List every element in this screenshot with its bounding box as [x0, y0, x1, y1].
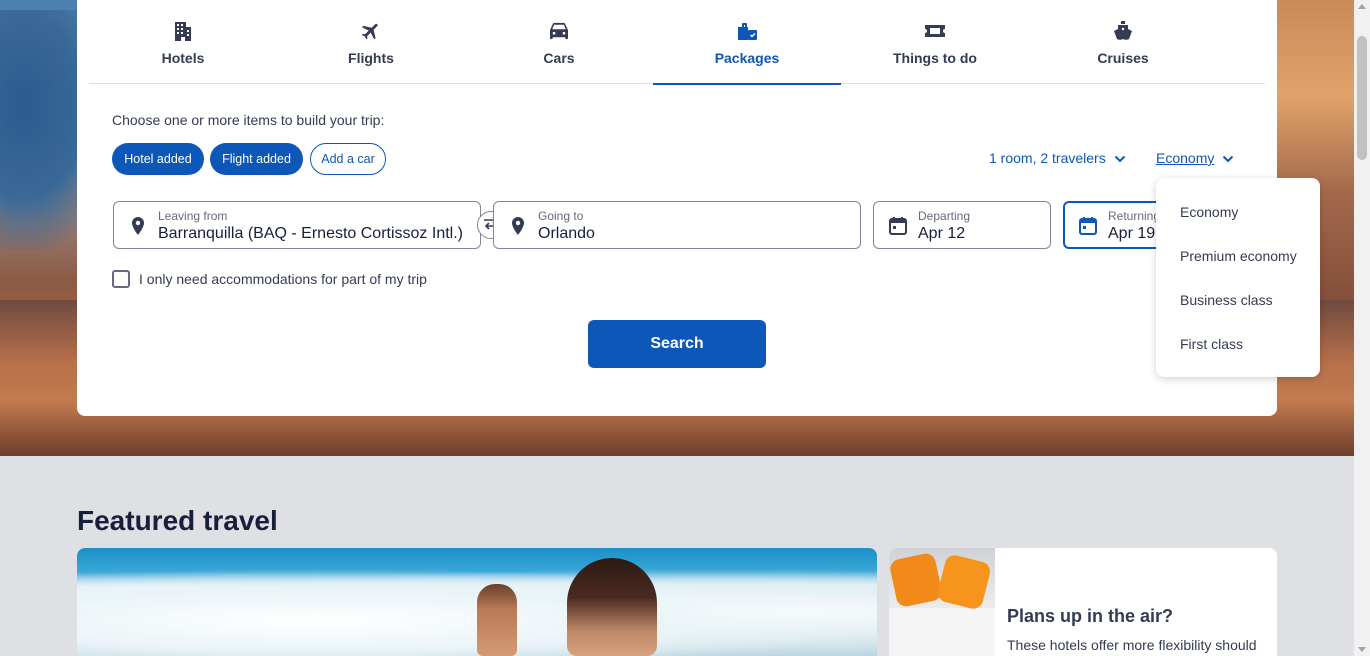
tab-packages[interactable]: Packages — [653, 0, 841, 85]
featured-beach-image[interactable] — [77, 548, 877, 656]
cabin-class-label: Economy — [1156, 150, 1215, 166]
tab-label: Cars — [543, 50, 575, 66]
returning-label: Returning — [1108, 209, 1161, 223]
child-figure — [477, 584, 517, 656]
cabin-class-dropdown: Economy Premium economy Business class F… — [1156, 178, 1320, 377]
calendar-icon — [888, 216, 908, 236]
leaving-from-field[interactable]: Leaving from Barranquilla (BAQ - Ernesto… — [113, 201, 481, 249]
cabin-option-business-class[interactable]: Business class — [1180, 292, 1273, 308]
tab-hotels[interactable]: Hotels — [89, 0, 277, 84]
flexible-hotels-card[interactable]: Plans up in the air? These hotels offer … — [889, 548, 1277, 656]
travelers-selector[interactable]: 1 room, 2 travelers — [989, 150, 1126, 166]
leaving-from-value: Barranquilla (BAQ - Ernesto Cortissoz In… — [158, 225, 463, 242]
partial-stay-option[interactable]: I only need accommodations for part of m… — [112, 270, 427, 288]
orange-pillow — [889, 551, 944, 609]
partial-stay-label: I only need accommodations for part of m… — [139, 271, 427, 287]
scrollbar-thumb[interactable] — [1357, 36, 1367, 160]
tab-things-to-do[interactable]: Things to do — [841, 0, 1029, 84]
location-pin-icon — [128, 216, 148, 236]
chevron-down-icon — [1114, 150, 1126, 166]
tab-flights[interactable]: Flights — [277, 0, 465, 84]
hotel-bed-image — [889, 548, 995, 656]
featured-travel-heading: Featured travel — [77, 505, 278, 536]
tab-label: Hotels — [161, 50, 205, 66]
tab-label: Packages — [714, 50, 780, 66]
travelers-label: 1 room, 2 travelers — [989, 150, 1106, 166]
departing-label: Departing — [918, 209, 971, 223]
tab-cruises[interactable]: Cruises — [1029, 0, 1217, 84]
scroll-down-arrow-icon[interactable] — [1358, 647, 1366, 652]
bed — [889, 608, 995, 656]
leaving-from-label: Leaving from — [158, 209, 228, 223]
ticket-icon — [924, 20, 946, 42]
scroll-up-arrow-icon[interactable] — [1358, 4, 1366, 9]
tab-label: Things to do — [893, 50, 977, 66]
departing-value: Apr 12 — [918, 225, 966, 242]
hotel-icon — [172, 20, 194, 42]
tab-label: Flights — [348, 50, 394, 66]
woman-figure — [567, 558, 657, 656]
cruise-icon — [1112, 20, 1134, 42]
search-card: Hotels Flights Cars Packages Things to d… — [77, 0, 1277, 416]
orange-pillow — [935, 553, 993, 611]
tab-cars[interactable]: Cars — [465, 0, 653, 84]
cabin-option-premium-economy[interactable]: Premium economy — [1180, 248, 1297, 264]
card-description: These hotels offer more flexibility shou… — [1007, 637, 1257, 653]
cabin-option-first-class[interactable]: First class — [1180, 336, 1243, 352]
returning-value: Apr 19 — [1108, 225, 1156, 242]
builder-prompt: Choose one or more items to build your t… — [112, 112, 385, 128]
cabin-option-economy[interactable]: Economy — [1180, 204, 1238, 220]
car-icon — [548, 20, 570, 42]
chevron-down-icon — [1222, 150, 1234, 166]
add-car-chip[interactable]: Add a car — [310, 143, 386, 175]
location-pin-icon — [508, 216, 528, 236]
page-scrollbar[interactable] — [1354, 0, 1370, 656]
partial-stay-checkbox[interactable] — [112, 270, 130, 288]
departing-date-field[interactable]: Departing Apr 12 — [873, 201, 1051, 249]
packages-icon — [736, 20, 758, 42]
going-to-label: Going to — [538, 209, 584, 223]
going-to-value: Orlando — [538, 225, 595, 242]
plane-icon — [360, 20, 382, 42]
card-heading: Plans up in the air? — [1007, 606, 1174, 626]
cabin-class-selector[interactable]: Economy — [1156, 150, 1234, 166]
search-button[interactable]: Search — [588, 320, 766, 368]
hotel-added-chip[interactable]: Hotel added — [112, 143, 204, 175]
going-to-field[interactable]: Going to Orlando — [493, 201, 861, 249]
flight-added-chip[interactable]: Flight added — [210, 143, 303, 175]
calendar-icon — [1078, 216, 1098, 236]
search-tabs: Hotels Flights Cars Packages Things to d… — [89, 0, 1265, 85]
tab-label: Cruises — [1097, 50, 1149, 66]
